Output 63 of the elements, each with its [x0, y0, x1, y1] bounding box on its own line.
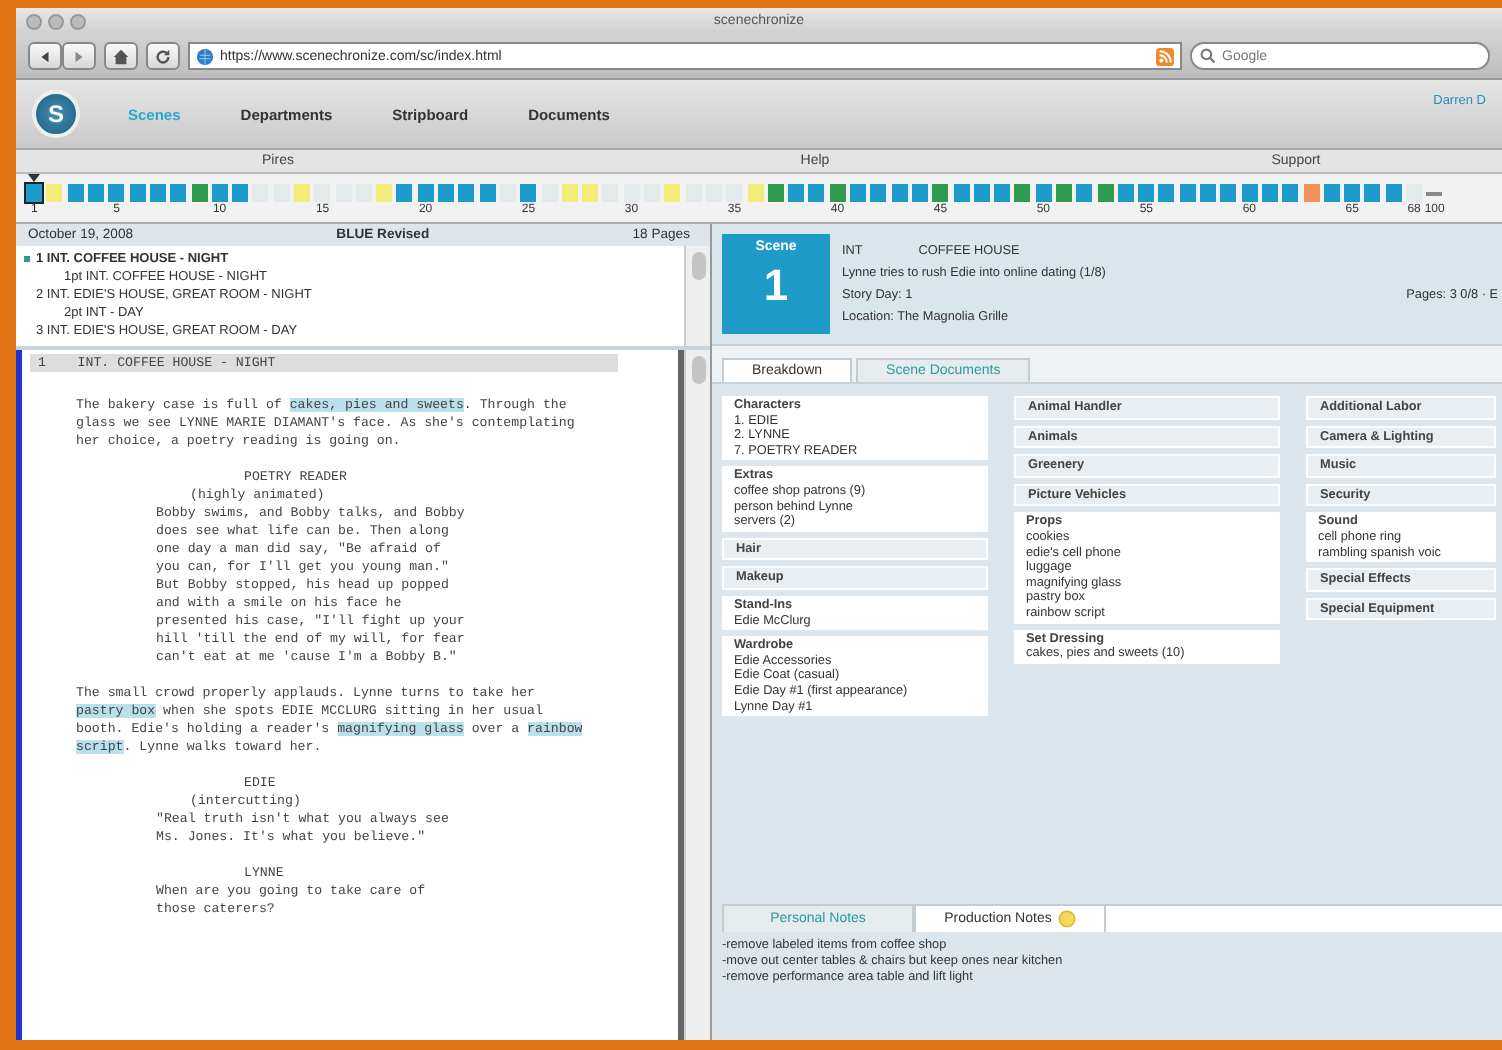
home-icon [112, 47, 130, 65]
scene-strip[interactable] [850, 184, 867, 202]
scene-strip[interactable] [1241, 184, 1258, 202]
scene-strip[interactable] [26, 184, 43, 202]
scene-strip[interactable] [767, 184, 784, 202]
minimize-window-icon[interactable] [48, 13, 64, 29]
search-icon [1200, 48, 1216, 64]
back-button[interactable] [28, 42, 62, 70]
scrollbar[interactable] [684, 246, 710, 346]
zoom-window-icon[interactable] [70, 13, 86, 29]
scene-strip[interactable] [1138, 184, 1155, 202]
scene-strip[interactable] [1220, 184, 1237, 202]
scene-strip[interactable] [232, 184, 249, 202]
scene-strip[interactable] [211, 184, 228, 202]
scene-strip[interactable] [438, 184, 455, 202]
scene-strip[interactable] [67, 184, 84, 202]
scene-strip[interactable] [829, 184, 846, 202]
close-window-icon[interactable] [26, 13, 42, 29]
scene-strip[interactable] [170, 184, 187, 202]
scene-strip[interactable] [1055, 184, 1072, 202]
scene-strip[interactable] [994, 184, 1011, 202]
scene-strip[interactable] [396, 184, 413, 202]
home-button[interactable] [104, 42, 138, 70]
scene-strip[interactable] [1282, 184, 1299, 202]
scene-strip[interactable] [1158, 184, 1175, 202]
scene-strip[interactable] [1364, 184, 1381, 202]
scene-strip[interactable] [417, 184, 434, 202]
scene-strip[interactable] [870, 184, 887, 202]
scene-strip[interactable] [932, 184, 949, 202]
scrollbar[interactable] [684, 350, 710, 1040]
scene-strip[interactable] [1200, 184, 1217, 202]
scene-strip[interactable] [788, 184, 805, 202]
scene-strip[interactable] [1097, 184, 1114, 202]
scene-strip[interactable] [520, 184, 537, 202]
scene-strip[interactable] [1035, 184, 1052, 202]
scene-strip[interactable] [191, 184, 208, 202]
scene-strip[interactable] [129, 184, 146, 202]
scene-strip[interactable] [808, 184, 825, 202]
scene-strip[interactable] [458, 184, 475, 202]
scene-strip[interactable] [1323, 184, 1340, 202]
reload-icon [154, 47, 172, 65]
scene-strip[interactable] [911, 184, 928, 202]
rss-icon[interactable] [1156, 47, 1174, 65]
scene-strip[interactable] [1179, 184, 1196, 202]
back-arrow-icon [38, 49, 52, 63]
scene-strip[interactable] [1117, 184, 1134, 202]
break-strip[interactable] [1426, 191, 1443, 195]
scene-strip[interactable] [149, 184, 166, 202]
scene-strip[interactable] [88, 184, 105, 202]
scene-strip[interactable] [1385, 184, 1402, 202]
scene-strip[interactable] [479, 184, 496, 202]
scene-strip[interactable] [108, 184, 125, 202]
reload-button[interactable] [146, 42, 180, 70]
scene-strip[interactable] [973, 184, 990, 202]
scene-strip[interactable] [1261, 184, 1278, 202]
scene-strip[interactable] [1014, 184, 1031, 202]
scene-strip[interactable] [891, 184, 908, 202]
scene-strip[interactable] [1344, 184, 1361, 202]
app-logo[interactable]: S [32, 90, 80, 138]
globe-icon [196, 47, 214, 65]
forward-arrow-icon [72, 49, 86, 63]
scene-strip[interactable] [1076, 184, 1093, 202]
scene-strip[interactable] [953, 184, 969, 202]
